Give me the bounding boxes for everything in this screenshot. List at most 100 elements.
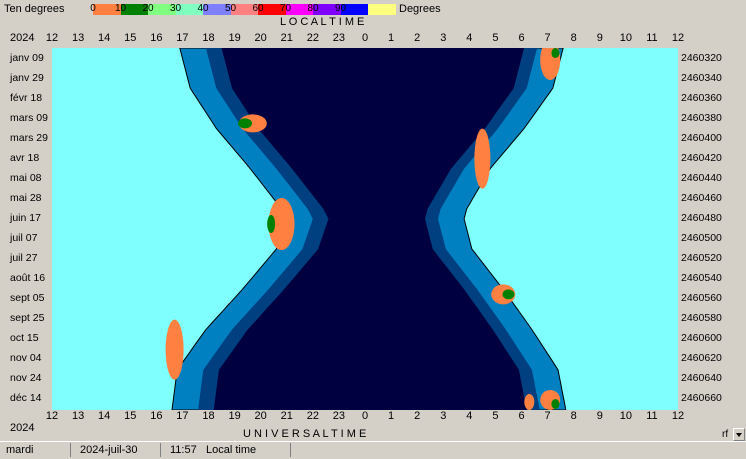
date-label: févr 18 [10, 92, 43, 104]
x-tick-label: 1 [388, 410, 395, 422]
night-band [213, 48, 527, 410]
x-tick-label: 23 [332, 410, 346, 422]
jd-label: 2460480 [681, 212, 722, 224]
sun-patch [165, 319, 184, 380]
date-label: avr 18 [10, 152, 40, 164]
legend-title: Ten degrees [4, 3, 65, 15]
x-tick-label: 13 [71, 32, 85, 44]
status-bar: mardi 2024-juil-30 11:57 Local time [0, 441, 746, 459]
jd-label: 2460660 [681, 392, 722, 404]
x-tick-label: 19 [228, 32, 241, 44]
x-tick-label: 1 [388, 32, 395, 44]
legend-label: 80 [307, 3, 319, 14]
x-tick-label: 0 [361, 32, 369, 44]
x-tick-label: 20 [254, 32, 267, 44]
jd-label: 2460460 [681, 192, 722, 204]
legend-swatch [368, 4, 396, 15]
x-tick-label: 9 [596, 32, 603, 44]
legend-label: 20 [142, 3, 154, 14]
legend-label: 60 [252, 3, 264, 14]
x-tick-label: 18 [202, 32, 215, 44]
jd-label: 2460340 [681, 72, 722, 84]
sun-patch [551, 398, 560, 409]
x-tick-label: 16 [150, 410, 163, 422]
jd-label: 2460500 [681, 232, 722, 244]
jd-label: 2460520 [681, 252, 722, 264]
x-tick-label: 23 [332, 32, 346, 44]
jd-label: 2460320 [681, 52, 722, 64]
legend-label: 40 [197, 3, 209, 14]
x-tick-label: 13 [71, 410, 85, 422]
status-date: 2024-juil-30 [80, 444, 138, 456]
chart-svg [165, 48, 567, 410]
date-label: janv 09 [10, 52, 44, 64]
x-tick-label: 17 [176, 410, 189, 422]
jd-label: 2460360 [681, 92, 722, 104]
date-label: juil 27 [10, 252, 38, 264]
chevron-down-icon [736, 433, 742, 437]
x-tick-label: 12 [45, 32, 59, 44]
jd-label: 2460620 [681, 352, 722, 364]
status-mode: Local time [206, 444, 257, 456]
x-tick-label: 7 [544, 32, 551, 44]
x-tick-label: 19 [228, 410, 241, 422]
x-tick-label: 20 [254, 410, 267, 422]
x-tick-label: 12 [45, 410, 59, 422]
jd-label: 2460600 [681, 332, 722, 344]
date-label: nov 24 [10, 372, 42, 384]
x-tick-label: 11 [646, 410, 658, 422]
x-tick-label: 22 [306, 410, 319, 422]
x-tick-label: 0 [361, 410, 369, 422]
scroll-down-button[interactable] [733, 428, 745, 441]
legend-label: 0 [90, 3, 96, 14]
local-time-label: L O C A L T I M E [280, 16, 365, 28]
x-tick-label: 6 [518, 32, 525, 44]
x-tick-label: 10 [619, 32, 632, 44]
x-tick-label: 4 [466, 410, 473, 422]
date-label: janv 29 [10, 72, 44, 84]
date-label: mars 29 [10, 132, 48, 144]
jd-label: 2460420 [681, 152, 722, 164]
x-tick-label: 14 [98, 32, 111, 44]
legend-label: 90 [334, 3, 347, 14]
x-tick-label: 4 [466, 32, 473, 44]
date-label: mai 08 [10, 172, 42, 184]
sun-patch [524, 393, 535, 410]
date-label: juin 17 [10, 212, 41, 224]
x-tick-label: 3 [440, 32, 447, 44]
x-tick-label: 3 [440, 410, 447, 422]
x-tick-label: 9 [596, 410, 603, 422]
status-time: 11:57 [170, 444, 197, 456]
date-label: sept 25 [10, 312, 45, 324]
legend-label: 30 [169, 3, 182, 14]
date-label: juil 07 [10, 232, 38, 244]
jd-label: 2460400 [681, 132, 722, 144]
plot-area [52, 48, 678, 410]
x-tick-label: 17 [176, 32, 189, 44]
legend-label: 70 [279, 3, 292, 14]
date-label: août 16 [10, 272, 46, 284]
status-day: mardi [6, 444, 34, 456]
date-label: sept 05 [10, 292, 45, 304]
jd-label: 2460580 [681, 312, 722, 324]
x-tick-label: 7 [544, 410, 551, 422]
jd-label: 2460560 [681, 292, 722, 304]
x-tick-label: 11 [646, 32, 658, 44]
x-tick-label: 5 [492, 32, 499, 44]
sun-patch [238, 118, 253, 129]
legend-label: 10 [114, 3, 127, 14]
date-label: déc 14 [10, 392, 42, 404]
x-tick-label: 5 [492, 410, 499, 422]
sun-patch [267, 214, 276, 233]
sun-patch [551, 48, 560, 59]
x-tick-label: 8 [570, 32, 577, 44]
jd-label: 2460640 [681, 372, 722, 384]
jd-label: 2460380 [681, 112, 722, 124]
jd-label: 2460440 [681, 172, 722, 184]
year-top: 2024 [10, 32, 35, 44]
universal-time-label: U N I V E R S A L T I M E [243, 428, 367, 440]
legend-label: 50 [224, 3, 237, 14]
x-tick-label: 10 [619, 410, 632, 422]
x-tick-label: 22 [306, 32, 319, 44]
x-tick-label: 18 [202, 410, 215, 422]
